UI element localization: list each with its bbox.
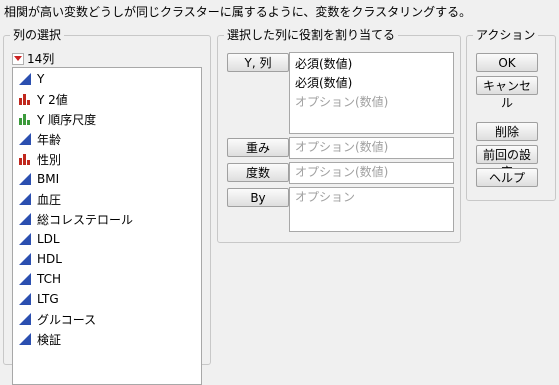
- column-list-item-label: 血圧: [37, 192, 62, 207]
- column-list-item[interactable]: Y 順序尺度: [13, 109, 201, 129]
- action-panel-title: アクション: [473, 28, 539, 42]
- by-role-box[interactable]: オプション: [289, 187, 454, 232]
- cancel-button[interactable]: キャンセル: [476, 76, 538, 110]
- ordinal-icon: [19, 114, 30, 125]
- column-list-item[interactable]: LDL: [13, 229, 201, 249]
- y-role-value: 必須(数値): [295, 76, 353, 90]
- nominal-icon: [19, 94, 30, 105]
- roles-panel-title: 選択した列に役割を割り当てる: [224, 28, 399, 42]
- y-columns-button[interactable]: Y, 列: [227, 53, 289, 72]
- column-list-item[interactable]: 総コレステロール: [13, 209, 201, 229]
- action-panel: アクション OK キャンセル 削除 前回の設定 ヘルプ: [466, 28, 556, 201]
- continuous-icon: [19, 73, 31, 85]
- column-list-item-label: Y 2値: [37, 92, 68, 107]
- weight-button[interactable]: 重み: [227, 138, 289, 157]
- weight-role-box[interactable]: オプション(数値): [289, 137, 454, 159]
- freq-role-placeholder: オプション(数値): [295, 165, 389, 179]
- column-list-item[interactable]: グルコース: [13, 309, 201, 329]
- roles-panel: 選択した列に役割を割り当てる Y, 列 必須(数値) 必須(数値) オプション(…: [217, 28, 461, 243]
- column-list-item-label: 性別: [37, 152, 62, 167]
- column-list-item[interactable]: 血圧: [13, 189, 201, 209]
- column-list-item[interactable]: TCH: [13, 269, 201, 289]
- continuous-icon: [19, 273, 31, 285]
- column-list-item[interactable]: 年齢: [13, 129, 201, 149]
- continuous-icon: [19, 213, 31, 225]
- freq-role-box[interactable]: オプション(数値): [289, 162, 454, 184]
- y-columns-role-box[interactable]: 必須(数値) 必須(数値) オプション(数値): [289, 52, 454, 134]
- continuous-icon: [19, 233, 31, 245]
- column-list-item-label: HDL: [37, 252, 62, 266]
- column-list-item[interactable]: HDL: [13, 249, 201, 269]
- column-list-item-label: 検証: [37, 332, 62, 347]
- nominal-icon: [19, 154, 30, 165]
- column-list-item-label: LDL: [37, 232, 60, 246]
- column-list-item-label: BMI: [37, 172, 60, 186]
- by-role-placeholder: オプション: [295, 190, 356, 204]
- column-list-item-label: Y 順序尺度: [37, 112, 97, 127]
- column-list-item-label: 年齢: [37, 132, 62, 147]
- freq-button[interactable]: 度数: [227, 163, 289, 182]
- y-role-value: 必須(数値): [295, 57, 353, 71]
- columns-panel: 列の選択 14列 Y Y 2値 Y 順序尺度 年齢性別 BMI 血圧総コレステロール LDL…: [3, 28, 211, 385]
- column-list-item[interactable]: LTG: [13, 289, 201, 309]
- continuous-icon: [19, 193, 31, 205]
- continuous-icon: [19, 133, 31, 145]
- column-list-item[interactable]: 検証: [13, 329, 201, 349]
- recall-button[interactable]: 前回の設定: [476, 145, 538, 179]
- continuous-icon: [19, 173, 31, 185]
- column-list-item[interactable]: Y: [13, 69, 201, 89]
- column-list-item-label: Y: [37, 72, 45, 86]
- column-count-menu[interactable]: 14列: [12, 50, 54, 67]
- continuous-icon: [19, 253, 31, 265]
- columns-panel-title: 列の選択: [10, 28, 65, 42]
- column-list-item-label: LTG: [37, 292, 59, 306]
- column-list-item[interactable]: BMI: [13, 169, 201, 189]
- column-count-label: 14列: [27, 52, 55, 66]
- help-button[interactable]: ヘルプ: [476, 168, 538, 187]
- column-list-item-label: TCH: [37, 272, 62, 286]
- column-list-item-label: 総コレステロール: [37, 212, 134, 227]
- column-list-item-label: グルコース: [37, 312, 97, 327]
- column-list[interactable]: Y Y 2値 Y 順序尺度 年齢性別 BMI 血圧総コレステロール LDL HDL TCH LTG…: [12, 67, 202, 385]
- y-role-placeholder: オプション(数値): [295, 95, 389, 109]
- continuous-icon: [19, 313, 31, 325]
- by-button[interactable]: By: [227, 188, 289, 207]
- column-list-item[interactable]: Y 2値: [13, 89, 201, 109]
- weight-role-placeholder: オプション(数値): [295, 140, 389, 154]
- continuous-icon: [19, 293, 31, 305]
- red-triangle-menu-icon[interactable]: [12, 52, 24, 65]
- continuous-icon: [19, 333, 31, 345]
- remove-button[interactable]: 削除: [476, 122, 538, 141]
- ok-button[interactable]: OK: [476, 53, 538, 72]
- column-list-item[interactable]: 性別: [13, 149, 201, 169]
- instruction-text: 相関が高い変数どうしが同じクラスターに属するように、変数をクラスタリングする。: [4, 5, 472, 19]
